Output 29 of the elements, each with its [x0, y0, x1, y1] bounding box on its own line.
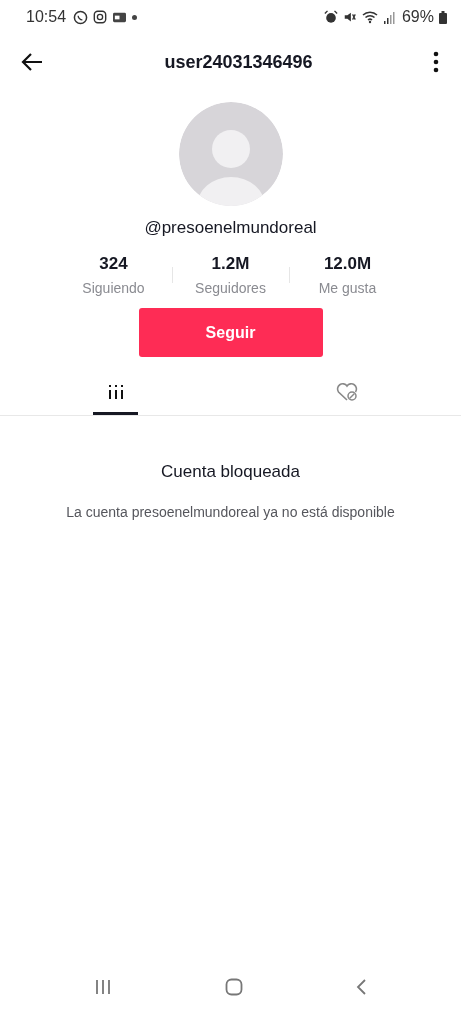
wifi-icon — [361, 10, 378, 24]
mute-icon — [342, 10, 357, 24]
stat-value: 12.0M — [323, 254, 372, 274]
battery-icon — [439, 10, 447, 24]
profile-handle: @presoenelmundoreal — [144, 218, 317, 238]
stat-label: Siguiendo — [82, 280, 145, 296]
recent-apps-icon — [94, 979, 112, 995]
alarm-icon — [323, 10, 338, 24]
username-title: user24031346496 — [164, 51, 313, 73]
notification-dot-icon — [132, 14, 138, 20]
notice-message: La cuenta presoenelmundoreal ya no está disponible — [66, 504, 395, 520]
signal-icon — [382, 10, 395, 24]
back-chevron-icon — [355, 978, 367, 996]
hidden-heart-icon — [334, 381, 359, 402]
stat-label: Me gusta — [318, 280, 377, 296]
follow-button[interactable]: Seguir — [138, 308, 323, 357]
avatar-placeholder-icon — [178, 102, 283, 206]
grid-icon — [107, 382, 124, 401]
chat-app-icon — [73, 9, 89, 25]
status-time: 10:54 — [26, 8, 67, 26]
battery-percent: 69% — [401, 8, 434, 26]
notice-title: Cuenta bloqueada — [161, 462, 300, 482]
stat-value: 1.2M — [211, 254, 250, 274]
stat-label: Seguidores — [195, 280, 266, 296]
home-icon — [224, 978, 243, 996]
back-arrow-icon — [20, 52, 44, 72]
camera-app-icon — [93, 10, 108, 24]
stat-value: 324 — [99, 254, 128, 274]
more-icon — [433, 51, 439, 73]
